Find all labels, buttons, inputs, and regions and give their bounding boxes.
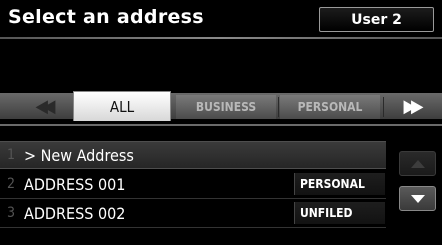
list-item[interactable]: 1 > New Address bbox=[0, 141, 386, 169]
category-tag: UNFILED bbox=[294, 202, 385, 224]
previous-tab-icon[interactable]: ◀◀ bbox=[18, 94, 68, 119]
tab-separator bbox=[383, 97, 384, 117]
tab-business[interactable]: BUSINESS bbox=[176, 95, 276, 119]
row-label: ADDRESS 002 bbox=[24, 203, 126, 223]
row-number: 2 bbox=[7, 176, 16, 192]
page-title: Select an address bbox=[8, 6, 204, 28]
row-label: ADDRESS 001 bbox=[24, 174, 126, 194]
list-item[interactable]: 3 ADDRESS 002 UNFILED bbox=[0, 199, 386, 227]
tab-personal[interactable]: PERSONAL bbox=[280, 95, 380, 119]
header-divider bbox=[0, 37, 442, 39]
scroll-down-button[interactable] bbox=[399, 186, 436, 211]
user-button[interactable]: User 2 bbox=[319, 7, 434, 32]
scroll-up-button[interactable] bbox=[399, 151, 436, 176]
address-select-screen: Select an address User 2 ◀◀ ALL BUSINESS… bbox=[0, 0, 442, 245]
list-top-divider bbox=[0, 124, 442, 126]
row-number: 1 bbox=[7, 147, 16, 163]
category-tag: PERSONAL bbox=[294, 173, 385, 195]
row-number: 3 bbox=[7, 205, 16, 221]
list-item[interactable]: 2 ADDRESS 001 PERSONAL bbox=[0, 170, 386, 198]
row-label: > New Address bbox=[24, 145, 134, 165]
triangle-down-icon bbox=[410, 194, 425, 203]
row-divider bbox=[0, 227, 386, 228]
tab-all[interactable]: ALL bbox=[73, 91, 171, 121]
triangle-up-icon bbox=[410, 159, 425, 168]
next-tab-icon[interactable]: ▶▶ bbox=[386, 94, 436, 119]
tab-separator bbox=[278, 97, 279, 117]
